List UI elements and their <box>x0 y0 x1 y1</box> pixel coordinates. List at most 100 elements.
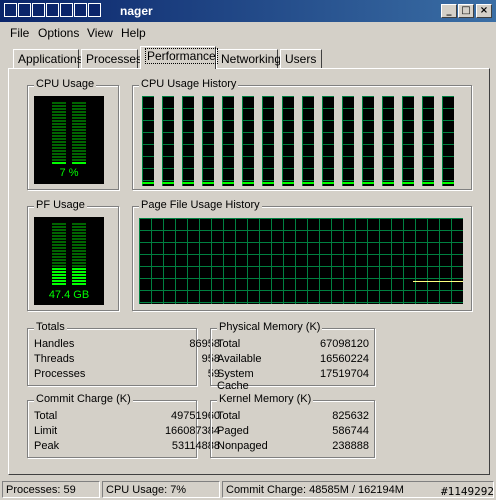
cpu-core-history <box>442 96 454 186</box>
totals-title: Totals <box>34 321 67 333</box>
cpu-core-history <box>142 96 154 186</box>
meter-segment <box>52 120 86 122</box>
meter-segment <box>52 123 86 125</box>
meter-segment <box>52 159 86 161</box>
cpu-usage-title: CPU Usage <box>34 78 97 90</box>
stat-value: 86958 <box>189 338 220 350</box>
menu-view[interactable]: View <box>87 26 113 40</box>
tab-label: Performance <box>145 48 218 64</box>
cpu-history-line <box>162 182 174 184</box>
window-title: nager <box>120 4 153 18</box>
cpu-history-line <box>322 182 334 184</box>
meter-segment <box>52 147 86 149</box>
cpu-meter-bars <box>52 102 86 164</box>
tab-label: Networking <box>221 52 282 66</box>
meter-segment <box>52 223 86 225</box>
cpu-history-line <box>342 182 354 184</box>
meter-segment <box>52 129 86 131</box>
meter-segment <box>52 117 86 119</box>
meter-segment <box>52 280 86 282</box>
tab-applications[interactable]: Applications <box>13 49 83 68</box>
meter-segment <box>52 162 86 164</box>
cpu-history-line <box>202 182 214 184</box>
pf-history-line <box>413 281 463 282</box>
pf-history-graph <box>139 218 463 304</box>
meter-segment <box>52 268 86 270</box>
meter-segment <box>52 141 86 143</box>
cpu-history-line <box>242 182 254 184</box>
cpu-history-line <box>142 182 154 184</box>
meter-segment <box>52 259 86 261</box>
meter-segment <box>52 126 86 128</box>
cpu-core-history <box>322 96 334 186</box>
cpu-history-title: CPU Usage History <box>139 78 239 90</box>
cpu-core-history <box>382 96 394 186</box>
stat-label: Total <box>217 338 241 350</box>
meter-segment <box>52 235 86 237</box>
meter-segment <box>52 271 86 273</box>
commit-charge-title: Commit Charge (K) <box>34 393 133 405</box>
tab-networking[interactable]: Networking <box>216 49 282 68</box>
meter-segment <box>52 102 86 104</box>
stat-value: 958 <box>201 353 220 365</box>
cpu-core-history <box>422 96 434 186</box>
stat-label: Nonpaged <box>217 440 268 452</box>
stat-value: 825632 <box>332 410 369 422</box>
stat-value: 17519704 <box>320 368 369 380</box>
stat-label: Total <box>217 410 241 422</box>
cpu-core-history <box>262 96 274 186</box>
cpu-history-line <box>282 182 294 184</box>
meter-segment <box>52 250 86 252</box>
title-bar[interactable]: nager _ □ × <box>0 0 496 22</box>
meter-segment <box>52 277 86 279</box>
pf-history-title: Page File Usage History <box>139 199 262 211</box>
cpu-core-history <box>162 96 174 186</box>
menu-options[interactable]: Options <box>38 26 79 40</box>
cpu-history-line <box>302 182 314 184</box>
stat-value: 586744 <box>332 425 369 437</box>
meter-segment <box>52 144 86 146</box>
meter-segment <box>52 132 86 134</box>
cpu-usage-value: 7 % <box>59 167 79 179</box>
meter-segment <box>52 108 86 110</box>
cpu-history-line <box>262 182 274 184</box>
kernel-memory-title: Kernel Memory (K) <box>217 393 314 405</box>
status-bar: Processes: 59 CPU Usage: 7% Commit Charg… <box>0 478 496 500</box>
stat-label: Processes <box>34 368 86 380</box>
cpu-history-line <box>442 182 454 184</box>
tab-label: Users <box>285 52 317 66</box>
stat-label: Available <box>217 353 262 365</box>
stat-value: 238888 <box>332 440 369 452</box>
stat-value: 67098120 <box>320 338 369 350</box>
meter-segment <box>52 232 86 234</box>
pf-usage-meter: 47.4 GB <box>34 217 104 305</box>
stat-value: 166087384 <box>164 425 220 437</box>
cpu-core-history <box>342 96 354 186</box>
cpu-history-line <box>222 182 234 184</box>
minimize-button[interactable]: _ <box>441 4 457 18</box>
meter-segment <box>52 241 86 243</box>
stat-label: Total <box>34 410 58 422</box>
tab-users[interactable]: Users <box>280 49 322 68</box>
cpu-core-history <box>282 96 294 186</box>
meter-segment <box>52 256 86 258</box>
cpu-history-line <box>382 182 394 184</box>
maximize-button[interactable]: □ <box>458 4 474 18</box>
meter-segment <box>52 156 86 158</box>
tab-processes[interactable]: Processes <box>81 49 142 68</box>
menu-bar: File Options View Help <box>0 22 496 42</box>
meter-segment <box>52 238 86 240</box>
tab-label: Applications <box>18 52 83 66</box>
tab-performance[interactable]: Performance <box>140 46 218 69</box>
cpu-history-line <box>402 182 414 184</box>
pf-meter-bars <box>52 223 86 285</box>
status-processes: Processes: 59 <box>2 481 100 498</box>
physical-memory-title: Physical Memory (K) <box>217 321 323 333</box>
menu-help[interactable]: Help <box>121 26 146 40</box>
cpu-core-history <box>302 96 314 186</box>
meter-segment <box>52 262 86 264</box>
close-button[interactable]: × <box>476 4 492 18</box>
stat-label: Handles <box>34 338 75 350</box>
watermark-text: #1149292 <box>441 485 494 498</box>
menu-file[interactable]: File <box>10 26 29 40</box>
